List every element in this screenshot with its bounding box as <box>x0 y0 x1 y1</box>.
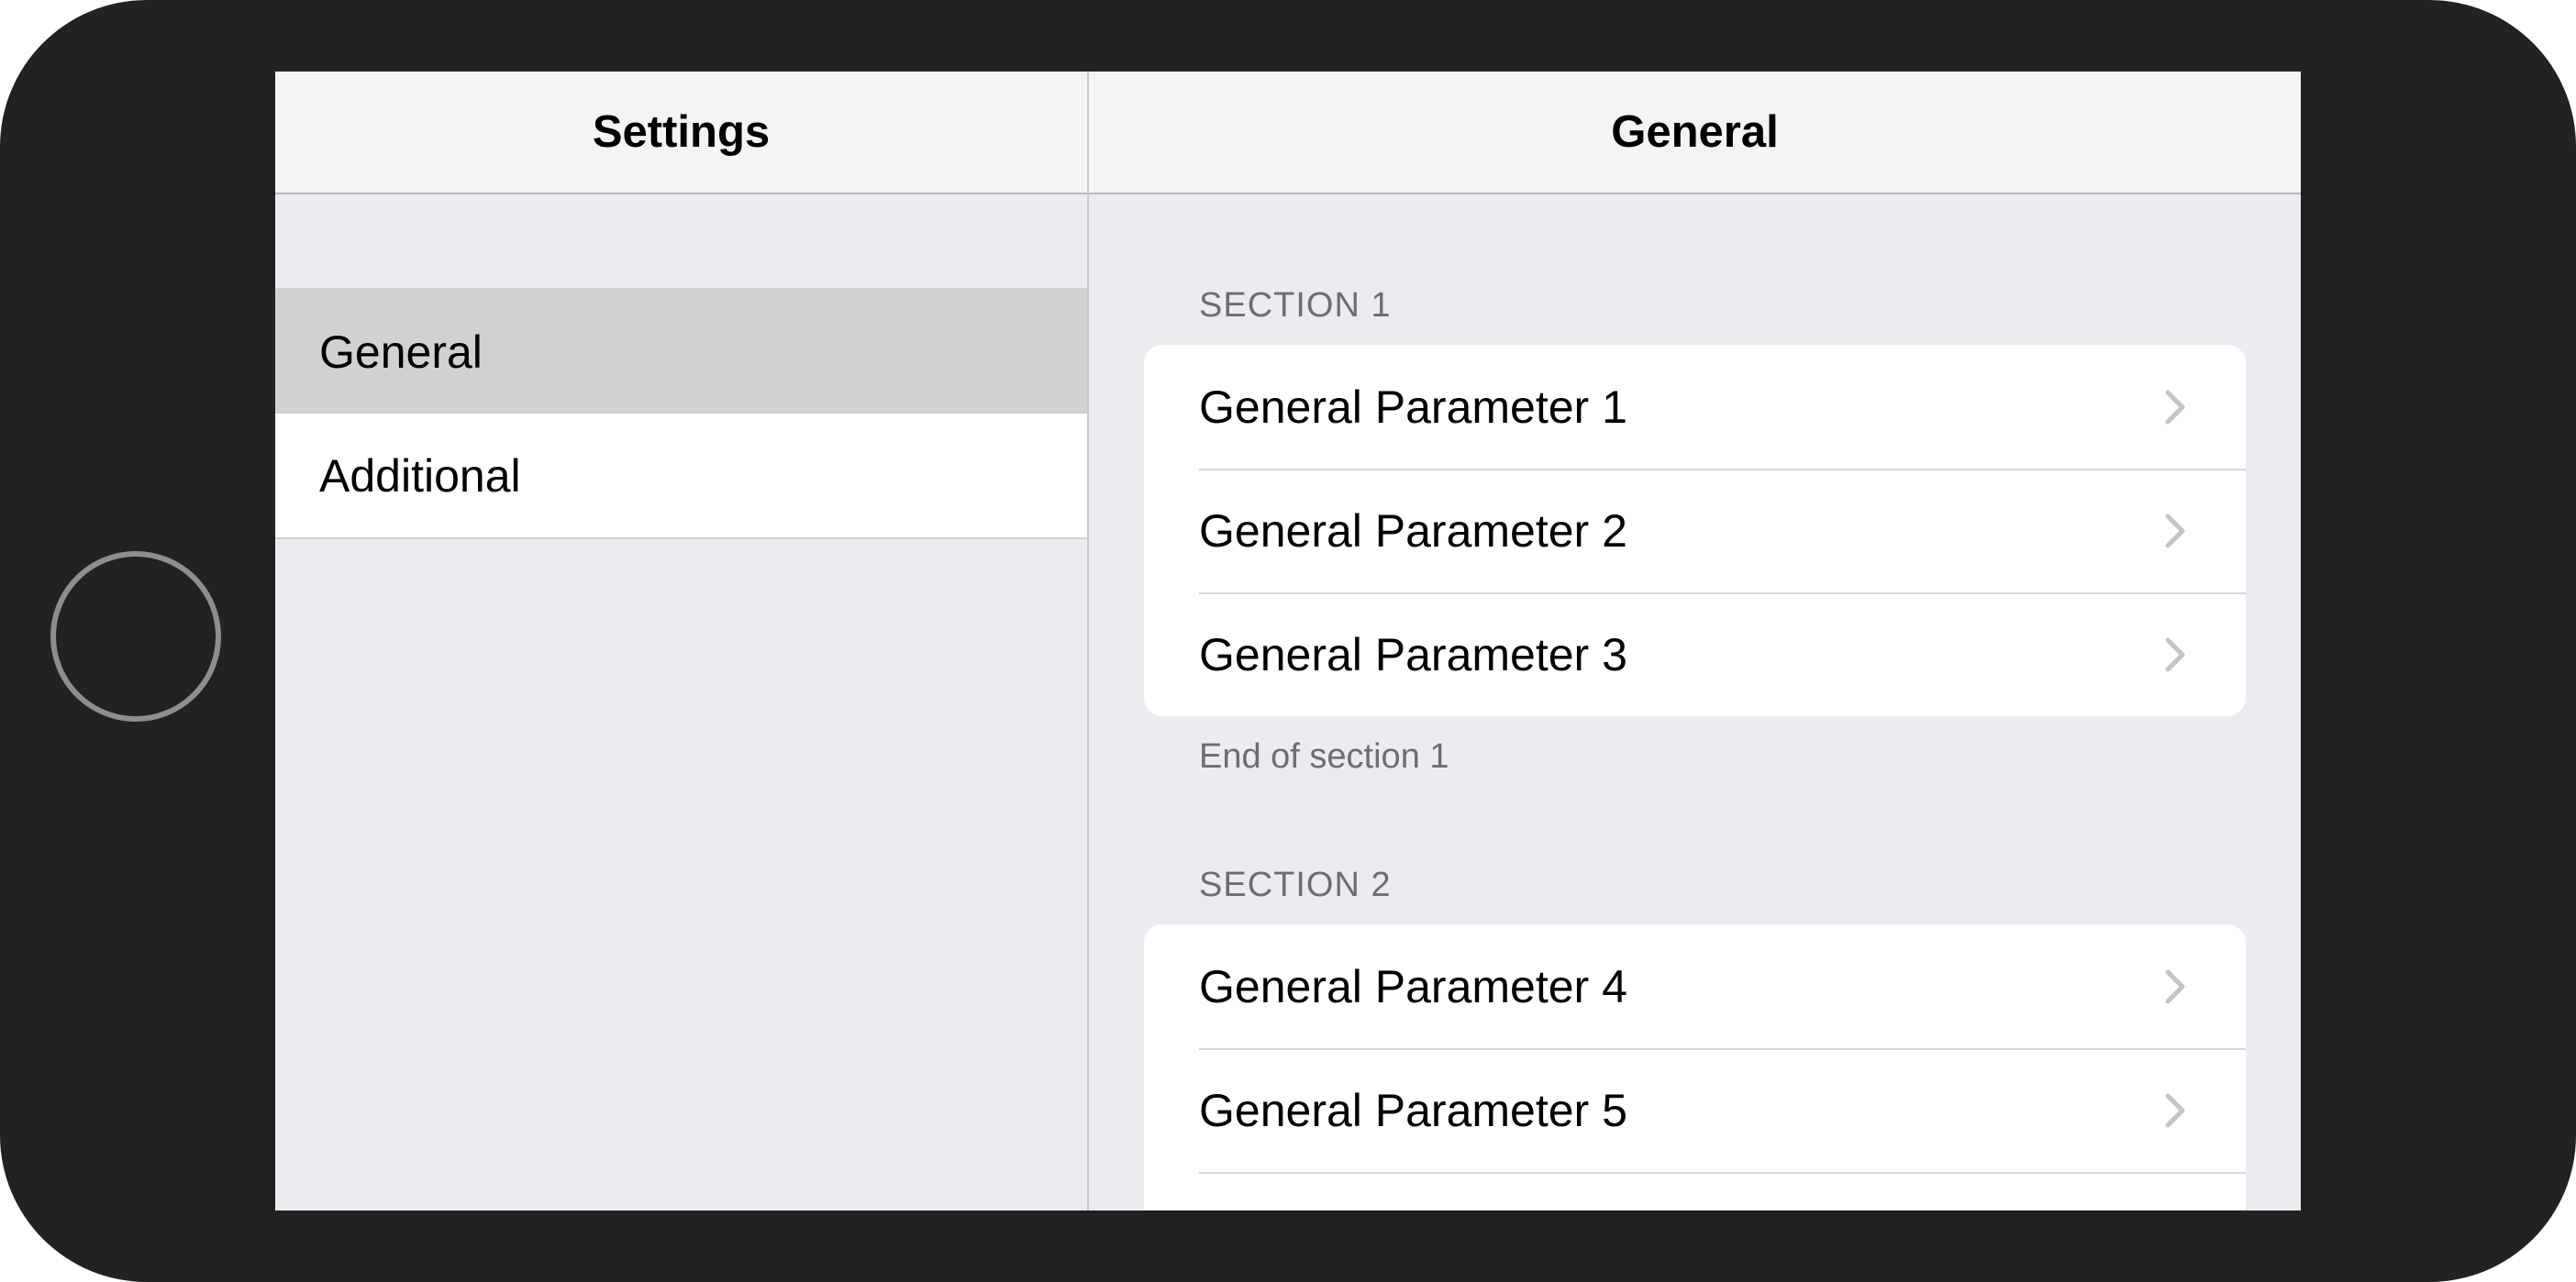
list-item[interactable]: General Parameter 3 <box>1144 592 2246 716</box>
master-title: Settings <box>592 107 771 157</box>
settings-group: General Parameter 1 General Parameter 2 … <box>1144 345 2246 716</box>
master-list: General Additional <box>275 288 1087 539</box>
section-header: SECTION 1 <box>1199 286 1392 325</box>
section-header: SECTION 2 <box>1199 866 1392 904</box>
chevron-right-icon <box>2165 390 2185 424</box>
row-label: General Parameter 5 <box>1199 1084 1627 1136</box>
list-item[interactable]: General Parameter 5 <box>1144 1048 2246 1172</box>
row-label: General Parameter 2 <box>1199 504 1627 557</box>
list-item[interactable]: General Parameter 4 <box>1144 924 2246 1048</box>
sidebar-item-label: Additional <box>319 449 521 502</box>
master-navbar: Settings <box>275 72 1087 194</box>
row-label: General Parameter 1 <box>1199 381 1627 433</box>
row-label: General Parameter 3 <box>1199 628 1627 680</box>
detail-navbar: General <box>1089 72 2301 194</box>
sidebar-item-label: General <box>319 326 483 378</box>
device-frame: Settings General Additional General SECT… <box>0 0 2576 1282</box>
detail-pane: General SECTION 1 General Parameter 1 Ge… <box>1089 72 2301 1210</box>
chevron-right-icon <box>2165 1093 2185 1127</box>
chevron-right-icon <box>2165 514 2185 547</box>
settings-group: General Parameter 4 General Parameter 5 <box>1144 924 2246 1210</box>
row-label: General Parameter 4 <box>1199 960 1627 1012</box>
screen: Settings General Additional General SECT… <box>275 72 2301 1210</box>
list-item[interactable]: General Parameter 1 <box>1144 345 2246 469</box>
list-item[interactable] <box>1144 1172 2246 1210</box>
master-pane: Settings General Additional <box>275 72 1089 1210</box>
sidebar-item-additional[interactable]: Additional <box>275 414 1087 537</box>
home-button[interactable] <box>50 551 221 722</box>
chevron-right-icon <box>2165 637 2185 671</box>
section-footer: End of section 1 <box>1199 737 1449 776</box>
sidebar-item-general[interactable]: General <box>275 290 1087 414</box>
detail-title: General <box>1611 107 1779 157</box>
list-item[interactable]: General Parameter 2 <box>1144 469 2246 592</box>
chevron-right-icon <box>2165 969 2185 1003</box>
